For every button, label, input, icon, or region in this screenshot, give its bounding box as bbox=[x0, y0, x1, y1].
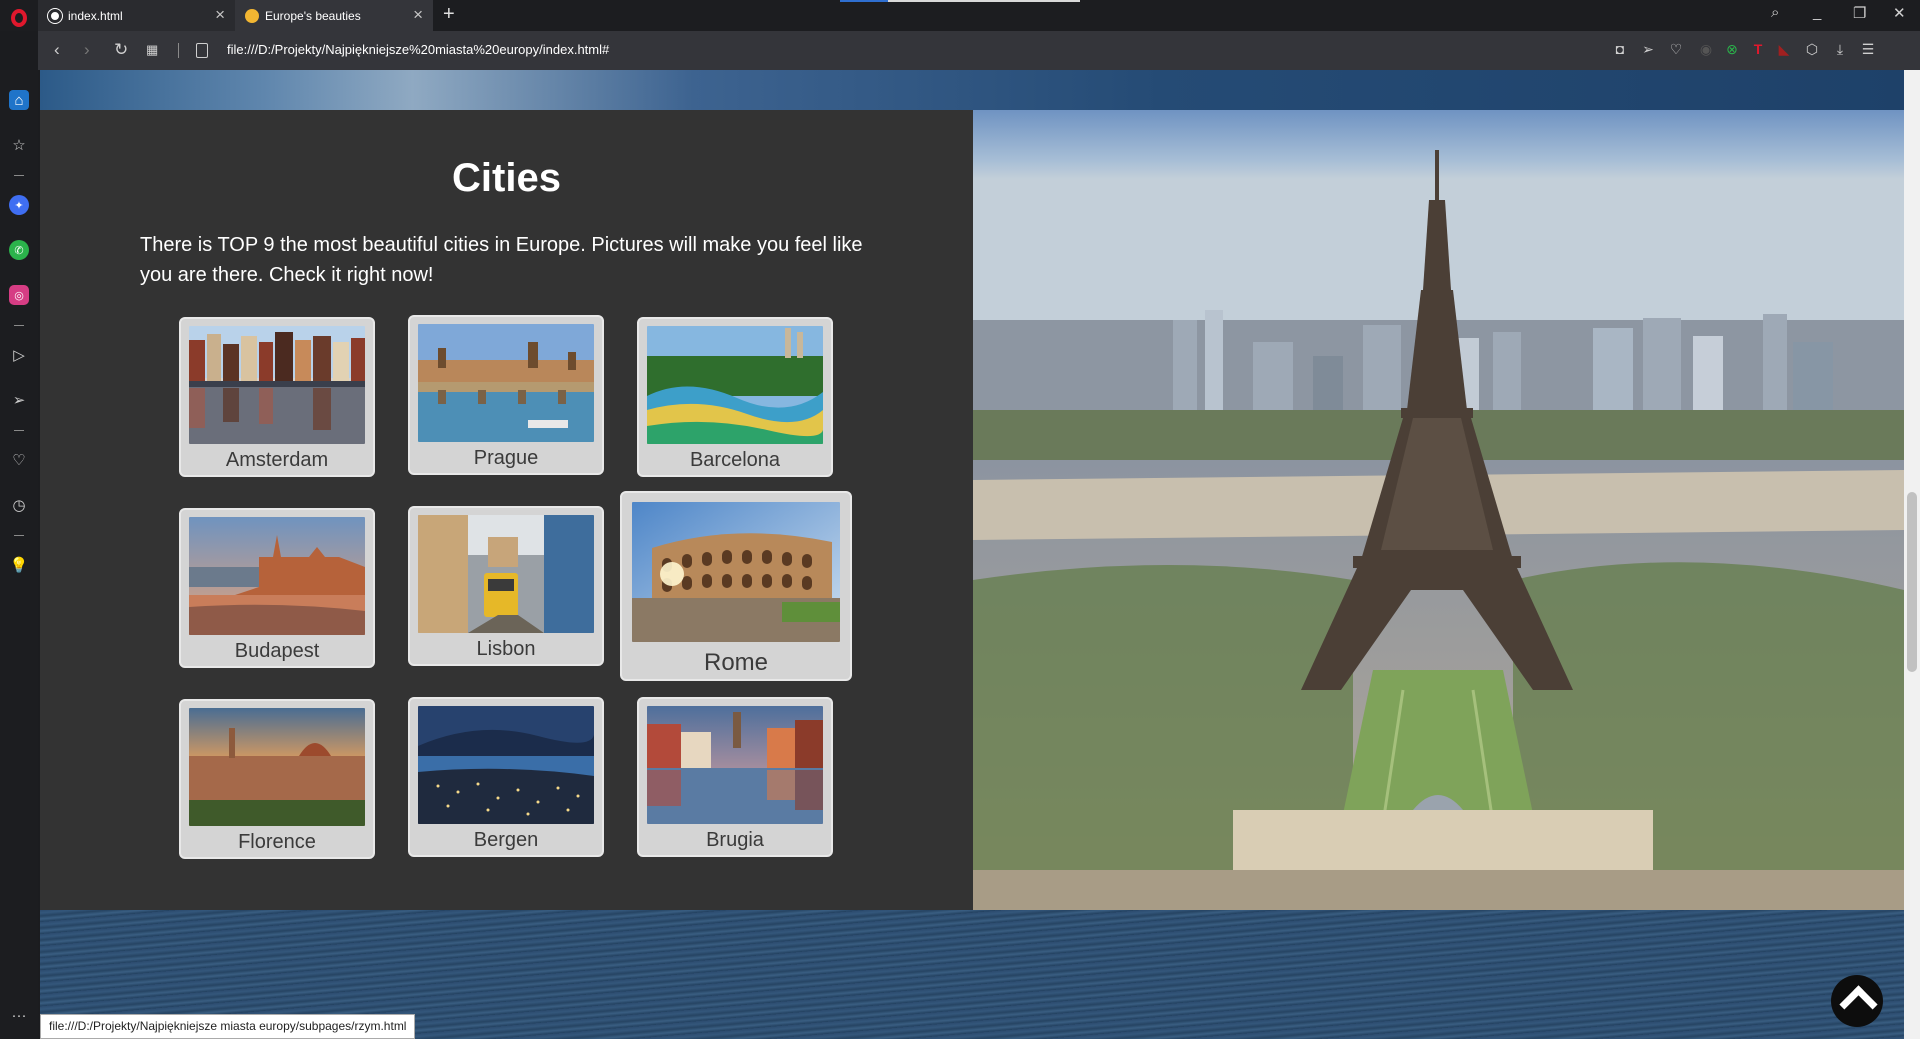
opera-logo-icon[interactable] bbox=[11, 9, 27, 27]
extension-tp-icon[interactable]: T bbox=[1750, 41, 1766, 57]
snapshot-icon[interactable]: ◘ bbox=[1612, 41, 1628, 57]
city-photo bbox=[189, 517, 365, 635]
scrollbar-thumb[interactable] bbox=[1907, 492, 1917, 672]
player-icon[interactable]: ▷ bbox=[9, 345, 29, 365]
minimize-icon[interactable]: _ bbox=[1813, 4, 1821, 21]
city-card-bergen[interactable]: Bergen bbox=[408, 697, 604, 857]
divider bbox=[14, 430, 24, 431]
city-name: Florence bbox=[238, 831, 316, 853]
page-info-icon[interactable] bbox=[196, 43, 208, 58]
forward-icon[interactable]: › bbox=[84, 40, 90, 60]
divider bbox=[14, 325, 24, 326]
extension-red-icon[interactable]: ◣ bbox=[1776, 41, 1792, 57]
speed-dial-icon[interactable]: ▦ bbox=[146, 40, 158, 60]
speed-dial-star-icon[interactable]: ☆ bbox=[9, 135, 29, 155]
city-card-brugia[interactable]: Brugia bbox=[637, 697, 833, 857]
more-options-icon[interactable]: ··· bbox=[9, 1005, 29, 1025]
city-photo bbox=[632, 502, 840, 642]
url-field[interactable]: file:///D:/Projekty/Najpiękniejsze%20mia… bbox=[227, 42, 609, 57]
page-favicon-icon bbox=[245, 8, 259, 23]
city-photo bbox=[189, 326, 365, 444]
tab-title: Europe's beauties bbox=[265, 8, 361, 23]
tab-close-icon[interactable]: × bbox=[413, 6, 423, 23]
opera-sidebar: ⌂ ☆ ✦ ✆ ◎ ▷ ➢ ♡ ◷ 💡 ··· bbox=[0, 70, 38, 1039]
tab-strip: index.html × Europe's beauties × + ⌕ _ ❐… bbox=[0, 0, 1920, 31]
tab-title: index.html bbox=[68, 8, 123, 23]
city-card-budapest[interactable]: Budapest bbox=[179, 508, 375, 668]
cities-panel: Cities There is TOP 9 the most beautiful… bbox=[40, 110, 973, 910]
address-bar: ‹ › ↻ ▦ file:///D:/Projekty/Najpiękniejs… bbox=[38, 31, 1920, 70]
reload-icon[interactable]: ↻ bbox=[114, 40, 128, 60]
extension-green-icon[interactable]: ⊗ bbox=[1724, 41, 1740, 57]
restore-icon[interactable]: ❐ bbox=[1853, 4, 1866, 22]
city-card-amsterdam[interactable]: Amsterdam bbox=[179, 317, 375, 477]
extension-icon[interactable]: ◉ bbox=[1698, 41, 1714, 57]
hero-eiffel-tower-image bbox=[973, 110, 1904, 910]
loading-indicator-track bbox=[888, 0, 1080, 2]
divider bbox=[14, 175, 24, 176]
city-name: Rome bbox=[703, 649, 769, 676]
city-card-rome[interactable]: Rome bbox=[620, 491, 852, 681]
send-icon[interactable]: ➢ bbox=[1640, 41, 1656, 57]
city-photo bbox=[647, 706, 823, 824]
page-title: Cities bbox=[452, 156, 561, 200]
close-window-icon[interactable]: ✕ bbox=[1893, 4, 1906, 22]
city-photo bbox=[647, 326, 823, 444]
tab-europes-beauties[interactable]: Europe's beauties × bbox=[235, 0, 433, 31]
flow-send-icon[interactable]: ➢ bbox=[9, 390, 29, 410]
intro-text: There is TOP 9 the most beautiful cities… bbox=[140, 234, 863, 286]
city-card-lisbon[interactable]: Lisbon bbox=[408, 506, 604, 666]
city-photo bbox=[418, 706, 594, 824]
divider bbox=[14, 535, 24, 536]
city-name: Bergen bbox=[473, 829, 539, 851]
easy-setup-icon[interactable]: ☰ bbox=[1860, 41, 1876, 57]
bookmark-heart-icon[interactable]: ♡ bbox=[1668, 41, 1684, 57]
page-viewport: Cities There is TOP 9 the most beautiful… bbox=[40, 70, 1904, 1039]
city-photo bbox=[418, 324, 594, 442]
search-tabs-icon[interactable]: ⌕ bbox=[1771, 4, 1779, 21]
lightbulb-icon[interactable]: 💡 bbox=[9, 555, 29, 575]
city-photo bbox=[189, 708, 365, 826]
city-name: Brugia bbox=[706, 829, 764, 851]
city-name: Lisbon bbox=[476, 638, 536, 660]
cube-icon[interactable]: ⬡ bbox=[1804, 41, 1820, 57]
city-name: Prague bbox=[473, 447, 539, 469]
scroll-to-top-button[interactable] bbox=[1831, 975, 1883, 1027]
background-sky bbox=[40, 70, 1904, 110]
globe-icon bbox=[48, 8, 62, 23]
divider bbox=[178, 43, 179, 58]
city-name: Amsterdam bbox=[225, 449, 329, 471]
history-clock-icon[interactable]: ◷ bbox=[9, 495, 29, 515]
tab-close-icon[interactable]: × bbox=[215, 6, 225, 23]
back-icon[interactable]: ‹ bbox=[54, 40, 60, 60]
home-icon[interactable]: ⌂ bbox=[9, 90, 29, 110]
city-photo bbox=[418, 515, 594, 633]
tab-index[interactable]: index.html × bbox=[38, 0, 235, 31]
city-card-barcelona[interactable]: Barcelona bbox=[637, 317, 833, 477]
bookmarks-heart-icon[interactable]: ♡ bbox=[9, 450, 29, 470]
new-tab-icon[interactable]: + bbox=[443, 3, 455, 26]
status-bar-link-url: file:///D:/Projekty/Najpiękniejsze miast… bbox=[40, 1014, 416, 1039]
whatsapp-icon[interactable]: ✆ bbox=[9, 240, 29, 260]
instagram-icon[interactable]: ◎ bbox=[9, 285, 29, 305]
messenger-icon[interactable]: ✦ bbox=[9, 195, 29, 215]
city-name: Budapest bbox=[234, 640, 320, 662]
download-icon[interactable]: ⤓ bbox=[1832, 41, 1848, 57]
city-card-prague[interactable]: Prague bbox=[408, 315, 604, 475]
city-name: Barcelona bbox=[689, 449, 781, 471]
city-card-florence[interactable]: Florence bbox=[179, 699, 375, 859]
